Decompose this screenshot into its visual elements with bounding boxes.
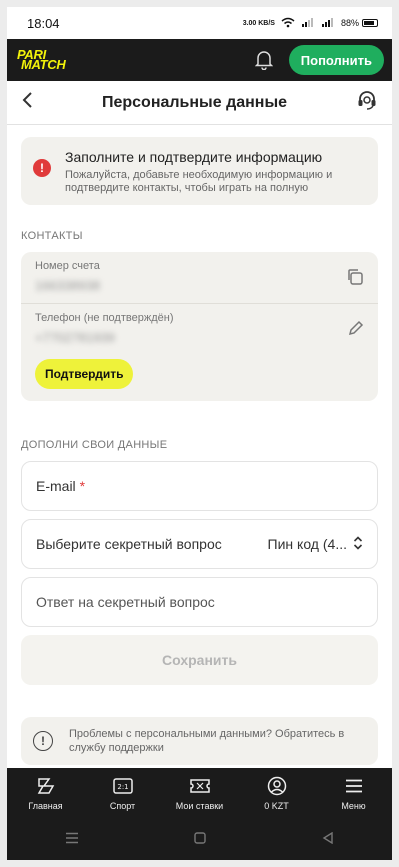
signal-icon	[301, 17, 315, 29]
contacts-card: Номер счета 166338938 Телефон (не подтве…	[21, 252, 378, 401]
nav-label-home: Главная	[28, 801, 63, 811]
required-asterisk: *	[79, 478, 86, 494]
nav-label-my-bets: Мои ставки	[175, 801, 224, 811]
system-navigation-bar	[7, 819, 392, 860]
secret-question-label: Выберите секретный вопрос	[36, 536, 222, 552]
secret-question-value: Пин код (4...	[267, 536, 347, 552]
nav-item-my-bets[interactable]: Мои ставки	[165, 776, 235, 811]
home-icon	[37, 776, 55, 796]
page-title: Персональные данные	[101, 93, 288, 111]
info-icon: !	[33, 731, 53, 751]
secret-answer-placeholder: Ответ на секретный вопрос	[36, 594, 215, 610]
email-label: E-mail	[36, 478, 76, 494]
menu-icon	[345, 776, 363, 796]
nav-item-menu[interactable]: Меню	[319, 776, 389, 811]
support-headset-icon[interactable]	[356, 89, 378, 116]
status-time: 18:04	[27, 15, 60, 31]
phone-label: Телефон (не подтверждён)	[35, 312, 174, 324]
back-arrow-icon[interactable]	[21, 91, 33, 114]
nav-label-sport: Спорт	[109, 801, 136, 811]
wifi-icon	[281, 17, 295, 30]
phone-row: Телефон (не подтверждён) +7702781939 Под…	[21, 303, 378, 401]
scoreboard-icon: 2:1	[112, 776, 133, 796]
logo-line-2: MATCH	[21, 57, 66, 72]
secret-answer-field[interactable]: Ответ на секретный вопрос	[21, 577, 378, 627]
battery-icon	[362, 19, 378, 27]
alert-title: Заполните и подтвердите информацию	[65, 149, 323, 165]
alert-text: Пожалуйста, добавьте необходимую информа…	[65, 169, 333, 194]
status-icons: 3.00 KB/S 88%	[243, 17, 378, 30]
edit-pencil-icon[interactable]	[348, 320, 364, 341]
battery-indicator: 88%	[341, 18, 378, 28]
support-text: Проблемы с персональными данными? Обрати…	[69, 728, 345, 754]
nav-item-home[interactable]: Главная	[11, 776, 81, 811]
copy-icon[interactable]	[346, 268, 364, 291]
account-number-value: 166338938	[35, 278, 101, 293]
account-number-label: Номер счета	[35, 260, 100, 272]
account-icon	[267, 776, 287, 796]
phone-screen: 18:04 3.00 KB/S 88% PARI MATCH Пополнить…	[7, 7, 392, 860]
verify-phone-button[interactable]: Подтвердить	[35, 359, 134, 389]
back-triangle-icon[interactable]	[322, 831, 334, 849]
info-alert: ! Заполните и подтвердите информацию Пож…	[21, 137, 378, 205]
save-button[interactable]: Сохранить	[21, 635, 378, 685]
contacts-section-label: КОНТАКТЫ	[21, 230, 83, 242]
svg-text:2:1: 2:1	[117, 783, 128, 791]
deposit-button[interactable]: Пополнить	[288, 45, 384, 75]
signal-icon-2	[321, 17, 335, 29]
profile-section-label: ДОПОЛНИ СВОИ ДАННЫЕ	[21, 439, 168, 451]
email-field[interactable]: E-mail *	[21, 461, 378, 511]
battery-percent: 88%	[340, 18, 359, 28]
support-notice[interactable]: ! Проблемы с персональными данными? Обра…	[21, 717, 378, 765]
network-speed: 3.00 KB/S	[242, 19, 275, 27]
secret-question-select[interactable]: Выберите секретный вопрос Пин код (4...	[21, 519, 378, 569]
bell-icon[interactable]	[253, 49, 275, 71]
phone-value: +7702781939	[35, 330, 115, 345]
parimatch-logo[interactable]: PARI MATCH	[17, 48, 66, 72]
nav-item-sport[interactable]: 2:1 Спорт	[88, 776, 158, 811]
ticket-icon	[189, 776, 210, 796]
home-square-icon[interactable]	[194, 831, 207, 849]
app-header: PARI MATCH Пополнить	[7, 39, 392, 81]
bottom-navigation: Главная 2:1 Спорт Мои ставки 0 KZT Меню	[7, 768, 392, 819]
main-content: ! Заполните и подтвердите информацию Пож…	[7, 125, 392, 765]
nav-label-balance: 0 KZT	[264, 801, 289, 811]
nav-label-menu: Меню	[341, 801, 366, 811]
account-number-row: Номер счета 166338938	[21, 252, 378, 303]
status-bar: 18:04 3.00 KB/S 88%	[7, 7, 392, 39]
page-header: Персональные данные	[7, 81, 392, 125]
nav-item-balance[interactable]: 0 KZT	[242, 776, 312, 811]
recent-apps-icon[interactable]	[65, 831, 79, 849]
chevron-updown-icon	[353, 535, 363, 553]
alert-exclamation-icon: !	[33, 159, 51, 177]
